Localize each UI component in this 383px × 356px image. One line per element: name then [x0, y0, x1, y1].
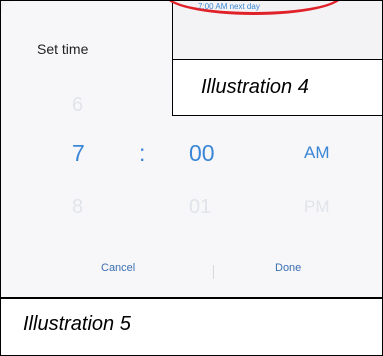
minute-selected-value[interactable]: 00 [189, 133, 215, 173]
dialog-title: Set time [37, 41, 89, 57]
illustration-4-caption: Illustration 4 [201, 76, 309, 98]
ampm-next-value[interactable]: PM [304, 187, 330, 227]
minute-next-value[interactable]: 01 [189, 187, 211, 227]
hour-selected-value[interactable]: 7 [72, 133, 85, 173]
illustration-4-panel: 7:00 AM next day Illustration 4 [165, 1, 382, 116]
button-divider [213, 265, 214, 279]
dialog-button-bar: Cancel Done [1, 256, 382, 286]
done-button[interactable]: Done [265, 256, 311, 280]
hour-previous-value[interactable]: 6 [72, 85, 83, 125]
cancel-button[interactable]: Cancel [91, 256, 145, 280]
ampm-selected-value[interactable]: AM [304, 133, 330, 173]
time-separator: : [139, 140, 146, 166]
illustration-5-caption-box: Illustration 5 [0, 298, 383, 356]
alarm-next-day-text: 7:00 AM next day [198, 2, 260, 11]
alarm-preview: 7:00 AM next day [165, 1, 382, 60]
picker-row-next: 8 01 PM [1, 187, 382, 227]
illustration-5-caption: Illustration 5 [23, 313, 131, 335]
hour-next-value[interactable]: 8 [72, 187, 83, 227]
picker-row-current: 7 : 00 AM [1, 133, 382, 173]
screenshot-frame: Set time 6 7 : 00 AM 8 01 PM Cancel Done [0, 0, 383, 298]
